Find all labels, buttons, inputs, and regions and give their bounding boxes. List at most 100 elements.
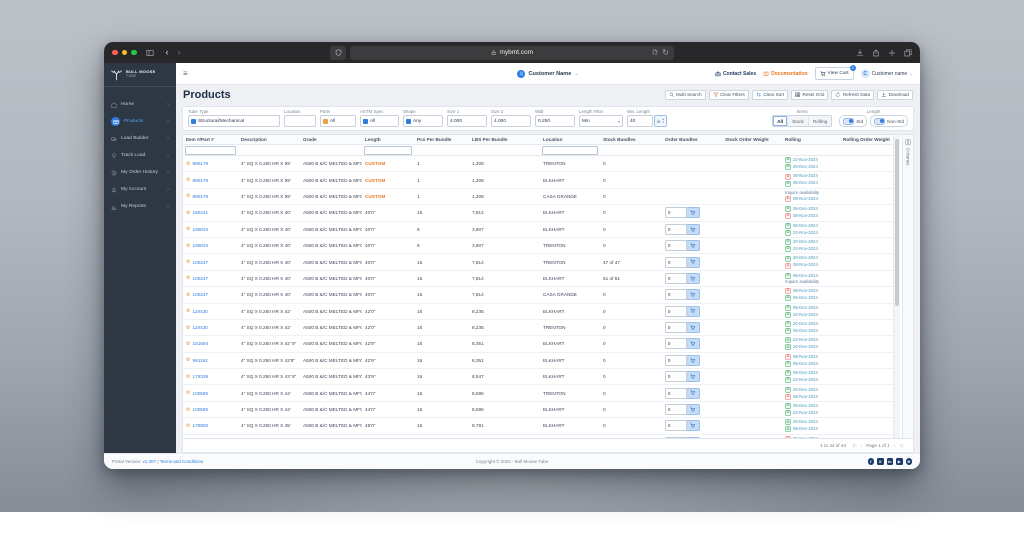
vertical-scrollbar[interactable]: [893, 135, 900, 438]
row-settings-icon[interactable]: ⚙: [186, 226, 190, 232]
rolling-entry[interactable]: C08-Nov-2024: [785, 354, 818, 360]
rolling-entry[interactable]: O06-Dec-2024: [785, 181, 818, 187]
terms-link[interactable]: Terms and Conditions: [160, 459, 204, 464]
rolling-entry[interactable]: O20-Dec-2024: [785, 321, 818, 327]
add-to-cart-button[interactable]: [687, 437, 700, 438]
rolling-entry[interactable]: O20-Dec-2024: [785, 239, 818, 245]
hamburger-menu-icon[interactable]: ≡: [183, 70, 188, 78]
add-to-cart-button[interactable]: [687, 257, 700, 268]
rolling-entry[interactable]: O20-Dec-2024: [785, 164, 818, 170]
share-icon[interactable]: [872, 49, 880, 57]
refresh-data-button[interactable]: Refresh Data: [831, 90, 874, 100]
row-settings-icon[interactable]: ⚙: [186, 193, 190, 199]
quantity-input[interactable]: 0: [665, 355, 687, 366]
quantity-input[interactable]: 0: [665, 388, 687, 399]
portal-version-link[interactable]: v1.307: [143, 459, 157, 464]
add-to-cart-button[interactable]: [687, 355, 700, 366]
quantity-input[interactable]: 0: [665, 338, 687, 349]
downloads-icon[interactable]: [856, 49, 864, 57]
rolling-entry[interactable]: Inquire availability: [785, 191, 819, 195]
rolling-entry[interactable]: O22-Nov-2024: [785, 377, 818, 383]
column-header-rolling[interactable]: Rolling: [782, 135, 840, 144]
globe-icon[interactable]: ⊕: [906, 458, 913, 465]
sidebar-item-my-order-history[interactable]: My Order History›: [104, 164, 176, 181]
new-tab-icon[interactable]: [888, 49, 896, 57]
quantity-input[interactable]: 0: [665, 224, 687, 235]
documentation-link[interactable]: Documentation: [763, 71, 807, 77]
item-number-link[interactable]: 100247: [192, 260, 208, 265]
item-number-link[interactable]: 119430: [192, 309, 207, 314]
add-to-cart-button[interactable]: [687, 273, 700, 284]
item-number-link[interactable]: 119430: [192, 325, 207, 330]
sidebar-item-products[interactable]: Products›: [104, 113, 176, 130]
download-button[interactable]: Download: [877, 90, 913, 100]
sidebar-item-my-account[interactable]: My Account›: [104, 181, 176, 198]
rolling-entry[interactable]: O20-Dec-2024: [785, 387, 818, 393]
row-settings-icon[interactable]: ⚙: [186, 423, 190, 429]
quantity-input[interactable]: 0: [665, 404, 687, 415]
view-cart-button[interactable]: View Cart 2: [815, 67, 854, 80]
column-header-stock-bundles[interactable]: Stock Bundles: [600, 135, 662, 144]
column-header-description[interactable]: Description: [238, 135, 300, 144]
add-to-cart-button[interactable]: [687, 289, 700, 300]
rolling-entry[interactable]: O22-Nov-2024: [785, 410, 818, 416]
column-header-location[interactable]: Location: [540, 135, 600, 144]
item-number-link[interactable]: 100247: [192, 276, 208, 281]
column-header-lbs-per-bundle[interactable]: LBS Per Bundle: [469, 135, 540, 144]
add-to-cart-button[interactable]: [687, 371, 700, 382]
clear-filters-button[interactable]: Clear Filters: [709, 90, 749, 100]
rolling-entry[interactable]: C08-Nov-2024: [785, 288, 818, 294]
address-bar[interactable]: mybmt.com ↻: [350, 46, 674, 60]
column-filter-input[interactable]: [542, 146, 598, 155]
quantity-input[interactable]: 0: [665, 437, 687, 438]
close-window-button[interactable]: [112, 50, 118, 56]
sidebar-item-home[interactable]: Home›: [104, 96, 176, 113]
min-length-stepper[interactable]: 40in.▴▾: [627, 115, 667, 127]
linkedin-icon[interactable]: in: [887, 458, 894, 465]
quantity-input[interactable]: 0: [665, 240, 687, 251]
column-header-pcs-per-bundle[interactable]: Pcs Per Bundle: [414, 135, 469, 144]
column-filter-input[interactable]: [185, 146, 236, 155]
facebook-icon[interactable]: f: [868, 458, 875, 465]
quantity-input[interactable]: 0: [665, 207, 687, 218]
row-settings-icon[interactable]: ⚙: [186, 243, 190, 249]
row-settings-icon[interactable]: ⚙: [186, 259, 190, 265]
column-header-order-bundles[interactable]: Order Bundles: [662, 135, 722, 144]
filter-select[interactable]: All: [360, 115, 399, 127]
forward-button[interactable]: ›: [178, 48, 181, 57]
sidebar-item-my-reports[interactable]: My Reports›: [104, 198, 176, 215]
sidebar-item-load-builder[interactable]: Load Builder›: [104, 130, 176, 147]
stepper-arrows-icon[interactable]: ▴▾: [663, 118, 665, 123]
add-to-cart-button[interactable]: [687, 388, 700, 399]
filter-select[interactable]: Any: [403, 115, 443, 127]
quantity-input[interactable]: 0: [665, 371, 687, 382]
row-settings-icon[interactable]: ⚙: [186, 357, 190, 363]
column-filter-input[interactable]: [364, 146, 412, 155]
previous-page-button[interactable]: ‹: [861, 443, 863, 448]
quantity-input[interactable]: 0: [665, 420, 687, 431]
rolling-entry[interactable]: C08-Nov-2024: [785, 436, 818, 438]
add-to-cart-button[interactable]: [687, 404, 700, 415]
rolling-entry[interactable]: C08-Nov-2024: [785, 263, 818, 269]
row-settings-icon[interactable]: ⚙: [186, 390, 190, 396]
reload-icon[interactable]: ↻: [662, 48, 669, 57]
brand-logo[interactable]: BULL MOOSE TUBE: [104, 63, 176, 87]
filter-input[interactable]: 4.000: [447, 115, 487, 127]
column-header-item-part-[interactable]: Item #/Part #: [183, 135, 238, 144]
rolling-entry[interactable]: O06-Dec-2024: [785, 426, 818, 432]
row-settings-icon[interactable]: ⚙: [186, 325, 190, 331]
row-settings-icon[interactable]: ⚙: [186, 374, 190, 380]
rolling-entry[interactable]: O20-Dec-2024: [785, 256, 818, 262]
rolling-entry[interactable]: O06-Dec-2024: [785, 403, 818, 409]
add-to-cart-button[interactable]: [687, 240, 700, 251]
unit-stepper[interactable]: in.▴▾: [654, 115, 667, 127]
rolling-entry[interactable]: O22-Nov-2024: [785, 246, 818, 252]
rolling-entry[interactable]: O06-Dec-2024: [785, 328, 818, 334]
column-header-length[interactable]: Length: [362, 135, 414, 144]
filter-input[interactable]: 4.000: [491, 115, 531, 127]
column-header-rolling-order-weight[interactable]: Rolling Order Weight: [840, 135, 893, 144]
rolling-entry[interactable]: O06-Dec-2024: [785, 361, 818, 367]
item-number-link[interactable]: 190833: [192, 243, 208, 248]
item-number-link[interactable]: 179800: [192, 423, 208, 428]
add-to-cart-button[interactable]: [687, 338, 700, 349]
